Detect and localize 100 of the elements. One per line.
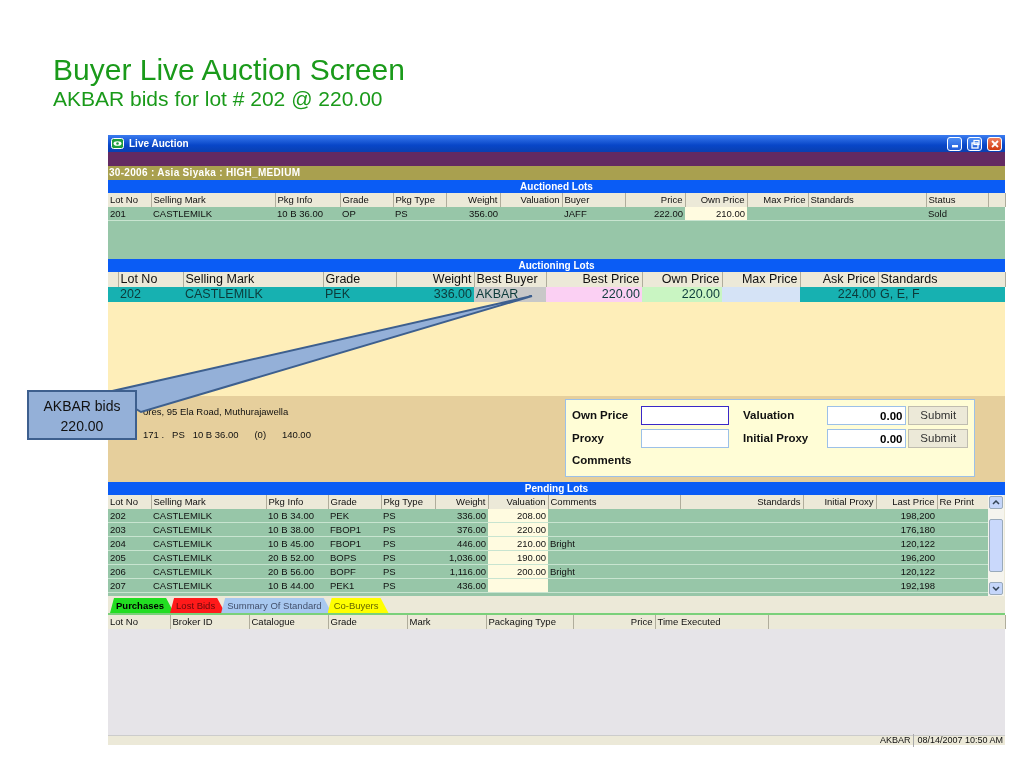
scroll-up-button[interactable] (989, 496, 1003, 509)
table-cell: 205 (108, 550, 151, 565)
maximize-button[interactable] (967, 136, 982, 151)
column-header: Price (625, 193, 685, 207)
table-cell: Bright (548, 536, 680, 551)
table-cell: PS (381, 509, 435, 523)
field-label: Own Price (572, 407, 630, 423)
close-button[interactable] (987, 136, 1002, 151)
column-header: Re Print (937, 495, 988, 509)
table-cell: 10 B 45.00 (266, 536, 328, 551)
column-header: Mark (407, 615, 486, 629)
column-header: Status (926, 193, 988, 207)
tab[interactable]: Co-Buyers (327, 598, 389, 613)
callout: AKBAR bids 220.00 (27, 390, 137, 440)
column-header: Pkg Type (381, 495, 435, 509)
section-header: Auctioned Lots (108, 180, 1005, 193)
column-header: Weight (435, 495, 488, 509)
column-header: Grade (323, 272, 396, 287)
table-cell: 10 B 36.00 (275, 207, 340, 221)
slide-title: Buyer Live Auction Screen (53, 53, 405, 87)
table-cell: Sold (926, 207, 988, 221)
column-header: Grade (340, 193, 393, 207)
seller-details: 171 . PS 10 B 36.00 (0) 140.00 (143, 428, 311, 443)
status-user: AKBAR (879, 733, 911, 747)
table-cell: 206 (108, 564, 151, 579)
window-title: Live Auction (129, 137, 189, 151)
table-cell: 198,200 (876, 509, 937, 523)
table-cell: 20 B 56.00 (266, 564, 328, 579)
column-header: Pkg Info (266, 495, 328, 509)
table-cell: 220.00 (546, 287, 642, 302)
table-cell: 356.00 (446, 207, 500, 221)
scrollbar[interactable] (988, 495, 1004, 596)
column-header: Grade (328, 615, 407, 629)
status-datetime: 08/14/2007 10:50 AM (913, 733, 1003, 748)
table-cell: PEK (328, 509, 381, 523)
table-cell: 203 (108, 522, 151, 537)
column-header: Selling Mark (151, 193, 275, 207)
scroll-thumb[interactable] (989, 519, 1003, 572)
column-header: Lot No (108, 193, 151, 207)
table-cell: 10 B 38.00 (266, 522, 328, 537)
table-cell: 120,122 (876, 536, 937, 551)
table-cell: 207 (108, 578, 151, 593)
table-cell: 210.00 (685, 207, 747, 221)
column-header: Lot No (108, 495, 151, 509)
input-field[interactable] (641, 406, 730, 425)
table-cell: 220.00 (642, 287, 722, 302)
column-header: Best Buyer (474, 272, 546, 287)
table-cell: 336.00 (396, 287, 474, 302)
column-header: Max Price (747, 193, 808, 207)
column-header: Ask Price (800, 272, 878, 287)
close-icon (989, 138, 1000, 149)
column-header: Last Price (876, 495, 937, 509)
table-cell: BOPF (328, 564, 381, 579)
table-cell: AKBAR (474, 287, 546, 302)
slide-subtitle: AKBAR bids for lot # 202 @ 220.00 (53, 87, 383, 111)
table-cell: 20 B 52.00 (266, 550, 328, 565)
column-header: Broker ID (170, 615, 249, 629)
column-header: Lot No (118, 272, 183, 287)
input-field[interactable] (641, 429, 730, 448)
table-cell: FBOP1 (328, 536, 381, 551)
table-cell: CASTLEMILK (151, 207, 275, 221)
scroll-down-button[interactable] (989, 582, 1003, 595)
table-cell: 202 (118, 287, 183, 302)
table-cell: FBOP1 (328, 522, 381, 537)
column-header: Standards (680, 495, 803, 509)
submit-button[interactable]: Submit (908, 406, 968, 425)
table-cell: 201 (108, 207, 151, 221)
minimize-button[interactable] (947, 136, 962, 151)
column-header: Time Executed (655, 615, 768, 629)
maximize-icon (969, 138, 980, 149)
column-header: Own Price (685, 193, 747, 207)
column-header: Price (573, 615, 655, 629)
table-cell: CASTLEMILK (151, 522, 266, 537)
value-field[interactable]: 0.00 (827, 429, 907, 448)
column-header: Selling Mark (183, 272, 323, 287)
column-header: Lot No (108, 615, 170, 629)
column-header: Initial Proxy (803, 495, 876, 509)
caret-down-icon (992, 586, 1000, 591)
table-cell: 176,180 (876, 522, 937, 537)
column-header: Grade (328, 495, 381, 509)
table-cell: 204 (108, 536, 151, 551)
app-icon (111, 138, 124, 149)
table-cell: 120,122 (876, 564, 937, 579)
column-header: Own Price (642, 272, 722, 287)
table-cell: PS (381, 550, 435, 565)
table-cell: 10 B 34.00 (266, 509, 328, 523)
value-field[interactable]: 0.00 (827, 406, 907, 425)
table-cell: PEK1 (328, 578, 381, 593)
column-header: Buyer (562, 193, 625, 207)
field-label: Initial Proxy (743, 430, 810, 446)
column-header: Pkg Type (393, 193, 446, 207)
table-cell: PS (381, 536, 435, 551)
table-cell: 192,198 (876, 578, 937, 593)
table-cell: 208.00 (488, 509, 548, 523)
column-header: Pkg Info (275, 193, 340, 207)
submit-button[interactable]: Submit (908, 429, 968, 448)
table-cell: Bright (548, 564, 680, 579)
table-cell: OP (340, 207, 393, 221)
table-cell: CASTLEMILK (151, 564, 266, 579)
minimize-icon (951, 145, 958, 148)
